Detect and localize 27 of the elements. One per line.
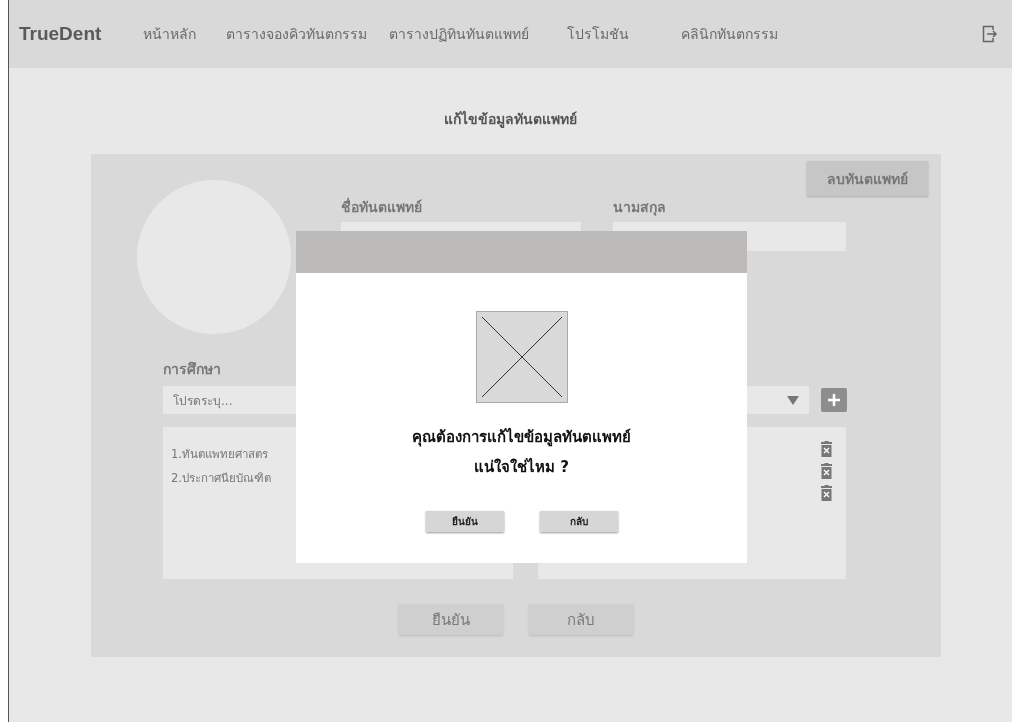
nav-link[interactable]: โปรโมชัน (567, 19, 630, 49)
trash-icon[interactable] (821, 463, 832, 479)
add-button[interactable] (821, 388, 847, 412)
field-label: นามสกุล (613, 198, 667, 218)
field-label: ชื่อทันตแพทย์ (341, 196, 423, 217)
dropdown-arrow-icon (787, 395, 799, 405)
image-placeholder-icon (475, 311, 568, 403)
logout-icon[interactable] (982, 25, 998, 43)
page-title: แก้ไขข้อมูลทันตแพทย์ (443, 110, 578, 130)
form-button[interactable]: กลับ (529, 604, 633, 635)
nav-link[interactable]: คลินิกทันตกรรม (681, 19, 779, 49)
modal-button[interactable]: ยืนยัน (425, 511, 504, 532)
section-label: การศึกษา (163, 361, 221, 377)
education-item: 1.ทันตแพทยศาสตร (171, 446, 269, 463)
brand-logo[interactable]: TrueDent (19, 23, 102, 45)
confirm-message: แน่ใจใช่ไหม ? (474, 456, 569, 478)
modal-button[interactable]: กลับ (539, 511, 618, 532)
delete-dentist-button[interactable]: ลบทันตแพทย์ (807, 161, 928, 196)
education-item: 2.ประกาศนียบัณฑิต (171, 470, 272, 487)
nav-link[interactable]: ตารางปฏิทินทันตแพทย์ (389, 19, 530, 49)
nav-link[interactable]: ตารางจองคิวทันตกรรม (226, 19, 368, 49)
confirm-message: คุณต้องการแก้ไขข้อมูลทันตแพทย์ (412, 426, 631, 449)
form-button[interactable]: ยืนยัน (399, 604, 503, 635)
trash-icon[interactable] (821, 485, 832, 501)
nav-link[interactable]: หน้าหลัก (143, 19, 197, 49)
trash-icon[interactable] (821, 441, 832, 457)
plus-icon (827, 393, 841, 407)
